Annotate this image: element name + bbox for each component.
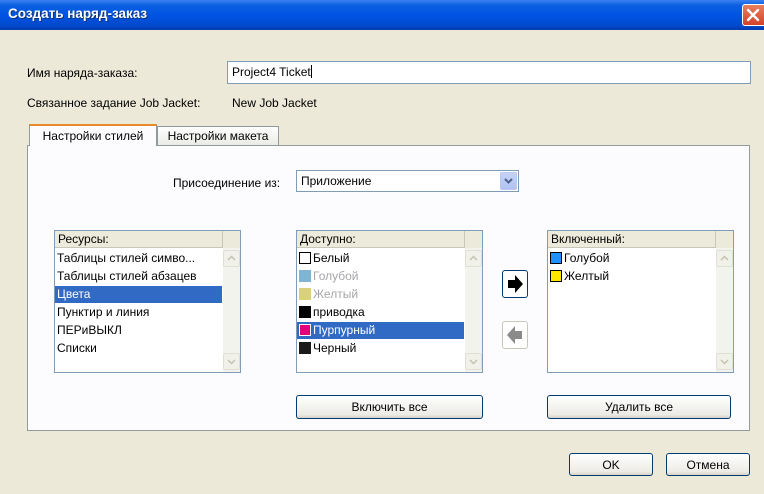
list-item[interactable]: Пурпурный [297, 322, 464, 339]
scroll-down-button[interactable] [223, 353, 240, 370]
color-swatch [299, 324, 311, 336]
resources-list[interactable]: Ресурсы: Таблицы стилей симво... Таблицы… [54, 230, 241, 373]
list-item[interactable]: Голубой [548, 250, 716, 267]
list-item[interactable]: ПЕРиВЫКЛ [55, 322, 223, 339]
dropdown-button[interactable] [500, 172, 517, 190]
dialog-window: Создать наряд-заказ Имя наряда-заказа: P… [0, 0, 764, 494]
color-swatch [299, 288, 311, 300]
tab-style-settings[interactable]: Настройки стилей [29, 124, 157, 146]
available-list[interactable]: Доступно: Белый Голубой Желтый приводка … [296, 230, 483, 373]
included-list[interactable]: Включенный: Голубой Желтый [547, 230, 734, 373]
available-header-end [464, 231, 482, 248]
resources-header: Ресурсы: [55, 231, 222, 248]
style-settings-panel: Присоединение из: Приложение Ресурсы: Та… [27, 145, 750, 431]
available-header: Доступно: [297, 231, 464, 248]
resources-header-end [222, 231, 240, 248]
text-cursor [310, 65, 312, 78]
include-all-button[interactable]: Включить все [296, 395, 483, 419]
list-item[interactable]: Пунктир и линия [55, 304, 223, 321]
scroll-up-button[interactable] [465, 250, 482, 267]
list-item[interactable]: Белый [297, 250, 465, 267]
color-swatch [299, 306, 311, 318]
color-swatch [299, 252, 311, 264]
close-icon [746, 8, 760, 22]
color-swatch [550, 270, 562, 282]
chevron-up-icon [227, 255, 236, 261]
window-title: Создать наряд-заказ [8, 6, 148, 21]
ok-button[interactable]: OK [569, 453, 653, 476]
ticket-name-input[interactable]: Project4 Ticket [227, 61, 751, 84]
scroll-down-button[interactable] [716, 353, 733, 370]
included-header: Включенный: [548, 231, 715, 248]
scroll-up-button[interactable] [716, 250, 733, 267]
list-item[interactable]: Черный [297, 340, 465, 357]
arrow-left-icon [507, 326, 522, 344]
append-from-select[interactable]: Приложение [296, 170, 519, 192]
list-item[interactable]: Желтый [548, 268, 716, 285]
tab-layout-settings-label: Настройки макета [167, 129, 269, 143]
color-swatch [299, 270, 311, 282]
list-item[interactable]: Списки [55, 340, 223, 357]
included-header-end [715, 231, 733, 248]
scroll-up-button[interactable] [223, 250, 240, 267]
append-from-label: Присоединение из: [173, 176, 281, 190]
resources-scrollbar[interactable] [223, 248, 240, 372]
chevron-down-icon [720, 359, 729, 365]
include-button[interactable] [502, 270, 528, 298]
close-button[interactable] [742, 4, 764, 26]
included-scrollbar[interactable] [716, 248, 733, 372]
title-bar: Создать наряд-заказ [0, 0, 764, 30]
chevron-down-icon [469, 359, 478, 365]
chevron-down-icon [504, 178, 513, 184]
arrow-right-icon [508, 275, 523, 293]
chevron-up-icon [469, 255, 478, 261]
ticket-name-value: Project4 Ticket [232, 65, 311, 79]
scroll-down-button[interactable] [465, 353, 482, 370]
color-swatch [550, 252, 562, 264]
list-item[interactable]: Голубой [297, 268, 465, 285]
tab-style-settings-label: Настройки стилей [42, 129, 144, 143]
linked-job-value: New Job Jacket [232, 96, 317, 110]
remove-all-button[interactable]: Удалить все [547, 395, 731, 419]
list-item[interactable]: приводка [297, 304, 465, 321]
exclude-button[interactable] [502, 321, 528, 349]
ticket-name-label: Имя наряда-заказа: [27, 66, 138, 80]
color-swatch [299, 342, 311, 354]
chevron-down-icon [227, 359, 236, 365]
list-item[interactable]: Цвета [55, 286, 222, 303]
append-from-value: Приложение [301, 174, 372, 188]
list-item[interactable]: Таблицы стилей симво... [55, 250, 223, 267]
list-item[interactable]: Таблицы стилей абзацев [55, 268, 223, 285]
cancel-button[interactable]: Отмена [666, 453, 750, 476]
available-scrollbar[interactable] [465, 248, 482, 372]
chevron-up-icon [720, 255, 729, 261]
linked-job-label: Связанное задание Job Jacket: [27, 96, 201, 110]
list-item[interactable]: Желтый [297, 286, 465, 303]
tab-layout-settings[interactable]: Настройки макета [157, 126, 279, 146]
